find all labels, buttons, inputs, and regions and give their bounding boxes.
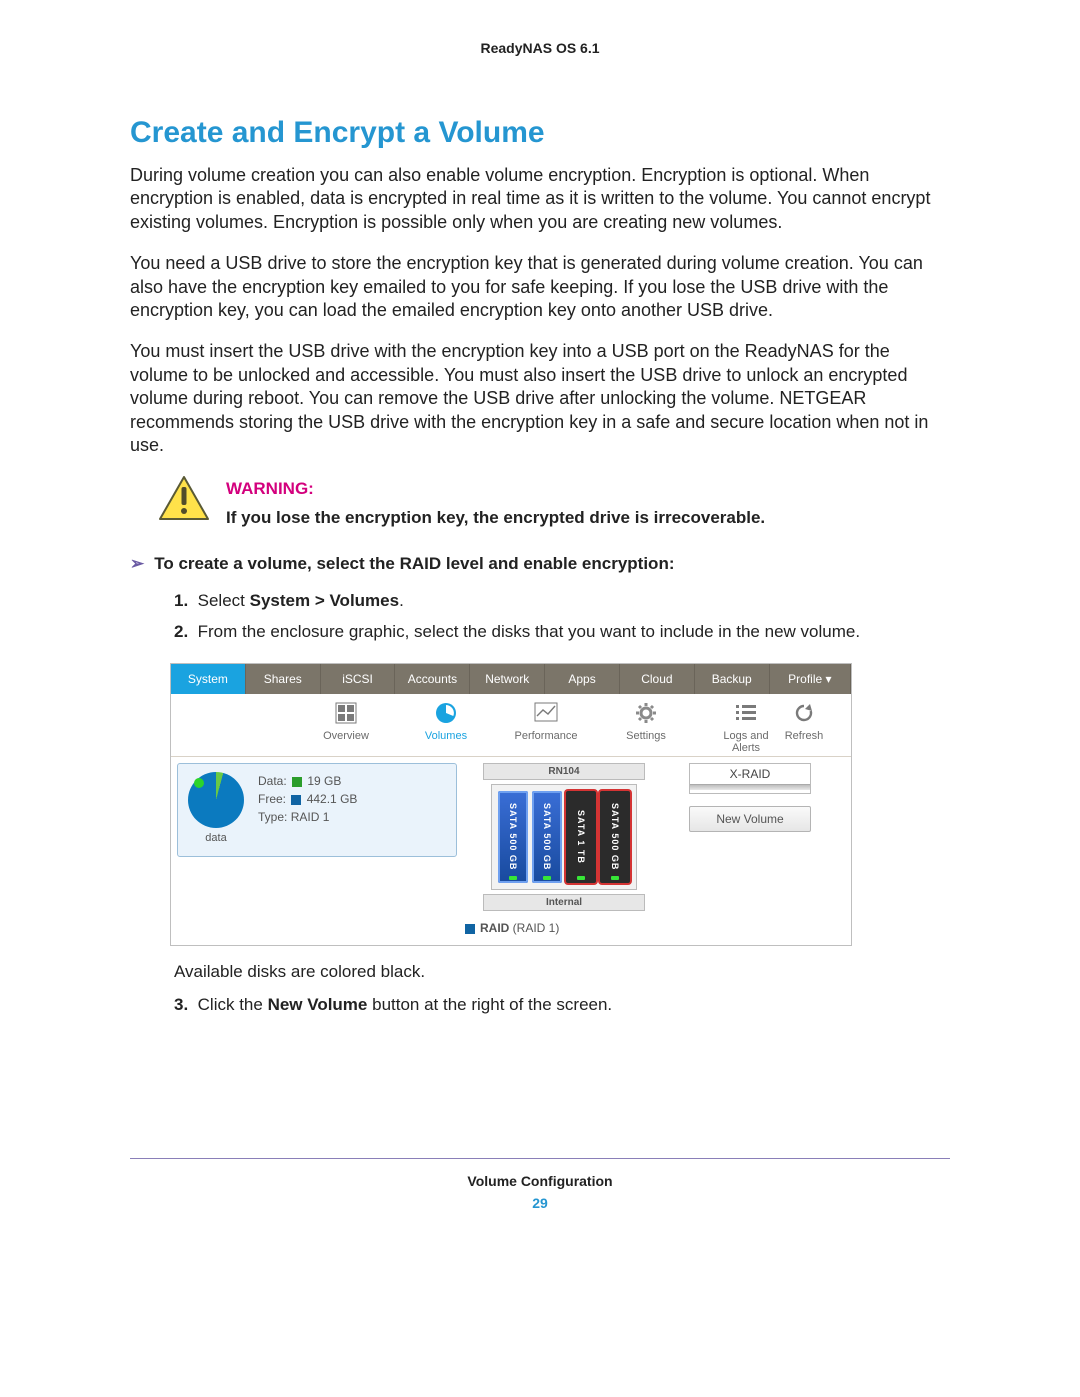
volumes-icon (411, 700, 481, 726)
nav-tab-backup[interactable]: Backup (695, 664, 770, 694)
legend-swatch-green-icon (292, 777, 302, 787)
nav-tab-system[interactable]: System (171, 664, 246, 694)
body-paragraph: During volume creation you can also enab… (130, 164, 950, 234)
legend-swatch-blue-icon (465, 924, 475, 934)
enclosure-model: RN104 (483, 763, 645, 780)
subnav-overview[interactable]: Overview (311, 700, 381, 756)
nav-tab-accounts[interactable]: Accounts (395, 664, 470, 694)
step-item: 3. Click the New Volume button at the ri… (174, 992, 950, 1018)
led-icon (509, 876, 517, 880)
volume-name: data (188, 832, 244, 844)
subnav-volumes[interactable]: Volumes (411, 700, 481, 756)
raid-legend: RAID (RAID 1) (171, 917, 851, 945)
footer-page-number: 29 (130, 1195, 950, 1211)
primary-nav: System Shares iSCSI Accounts Network App… (171, 664, 851, 694)
performance-icon (511, 700, 581, 726)
body-paragraph: You need a USB drive to store the encryp… (130, 252, 950, 322)
refresh-icon (769, 700, 839, 726)
nav-tab-cloud[interactable]: Cloud (620, 664, 695, 694)
subnav-settings[interactable]: Settings (611, 700, 681, 756)
step-number: 3. (174, 995, 188, 1014)
step-note: Available disks are colored black. (174, 962, 950, 982)
drive-bay[interactable]: SATA 500 GB (498, 791, 528, 883)
task-lead: ➢To create a volume, select the RAID lev… (130, 554, 950, 574)
warning-block: WARNING: If you lose the encryption key,… (158, 475, 950, 530)
nav-tab-apps[interactable]: Apps (545, 664, 620, 694)
subnav-performance[interactable]: Performance (511, 700, 581, 756)
drive-bay[interactable]: SATA 500 GB (532, 791, 562, 883)
drive-bay[interactable]: SATA 1 TB (566, 791, 596, 883)
secondary-nav: Overview Volumes Performance Settings (171, 694, 851, 757)
volume-pie-icon (188, 772, 244, 828)
volume-stats: Data: 19 GB Free: 442.1 GB Type: RAID 1 (258, 772, 357, 826)
warning-label: WARNING: (226, 479, 765, 499)
gear-icon (611, 700, 681, 726)
body-paragraph: You must insert the USB drive with the e… (130, 340, 950, 457)
enclosure-internal-label: Internal (483, 894, 645, 911)
warning-message: If you lose the encryption key, the encr… (226, 507, 765, 530)
led-icon (577, 876, 585, 880)
new-volume-button[interactable]: New Volume (689, 806, 811, 832)
footer-section-label: Volume Configuration (130, 1173, 950, 1189)
subnav-refresh[interactable]: Refresh (769, 700, 839, 742)
nav-tab-profile[interactable]: Profile ▾ (770, 664, 851, 694)
xraid-toggle[interactable]: X-RAID (689, 763, 811, 794)
drive-bay[interactable]: SATA 500 GB (600, 791, 630, 883)
nav-tab-shares[interactable]: Shares (246, 664, 321, 694)
legend-swatch-blue-icon (291, 795, 301, 805)
running-header: ReadyNAS OS 6.1 (130, 40, 950, 56)
nav-tab-iscsi[interactable]: iSCSI (321, 664, 396, 694)
overview-icon (311, 700, 381, 726)
step-item: 2. From the enclosure graphic, select th… (174, 619, 950, 645)
led-icon (611, 876, 619, 880)
step-number: 1. (174, 591, 188, 610)
warning-triangle-icon (158, 475, 210, 521)
step-item: 1. Select System > Volumes. (174, 588, 950, 614)
app-screenshot: System Shares iSCSI Accounts Network App… (170, 663, 852, 946)
arrow-icon: ➢ (130, 554, 144, 573)
nav-tab-network[interactable]: Network (470, 664, 545, 694)
step-list: 1. Select System > Volumes. 2. From the … (130, 588, 950, 645)
led-icon (543, 876, 551, 880)
volume-card[interactable]: data Data: 19 GB Free: 442.1 GB Type: RA… (177, 763, 457, 857)
step-list: 3. Click the New Volume button at the ri… (130, 992, 950, 1018)
step-number: 2. (174, 622, 188, 641)
footer-rule (130, 1158, 950, 1159)
enclosure-graphic: RN104 SATA 500 GB SATA 500 GB SATA 1 TB … (469, 763, 659, 911)
section-heading: Create and Encrypt a Volume (130, 116, 950, 150)
